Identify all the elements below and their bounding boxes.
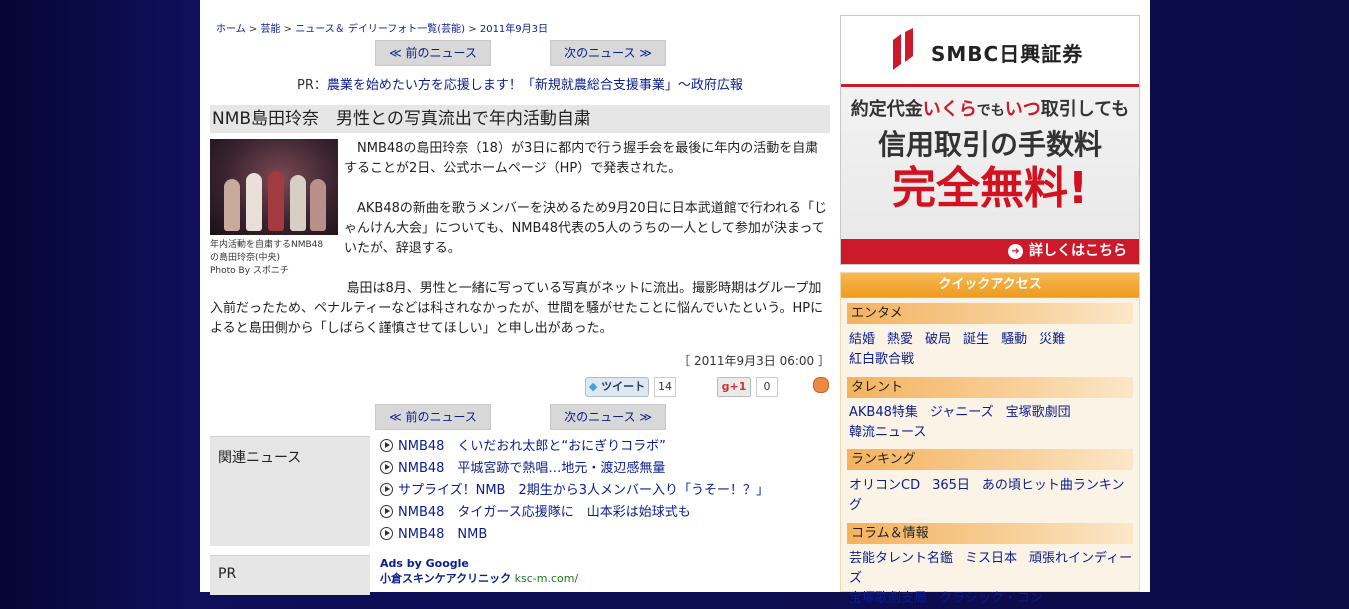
qa-links-ranking: オリコンCD 365日 あの頃ヒット曲ランキング (849, 476, 1133, 516)
next-news-button-bottom[interactable]: 次のニュース ≫ (550, 404, 666, 430)
google-ads: Ads by Google 小倉スキンケアクリニック ksc-m.com/ (380, 556, 830, 586)
qa-link[interactable]: 365日 (932, 478, 970, 493)
share-icon[interactable] (813, 377, 829, 393)
article-nav-bottom: ≪ 前のニュース 次のニュース ≫ (210, 404, 830, 430)
related-news-item[interactable]: NMB48 くいだおれ太郎と“おにぎりコラボ” (380, 436, 830, 458)
gplus-icon: g (721, 380, 730, 393)
breadcrumb-geino[interactable]: 芸能 (260, 24, 280, 35)
arrow-right-icon: ➜ (1008, 244, 1023, 259)
article-photo[interactable] (210, 139, 338, 235)
qa-link[interactable]: 騒動 (1001, 332, 1027, 347)
article-paragraph: 島田は8月、男性と一緒に写っている写真がネットに流出。撮影時期はグループ加入前だ… (210, 281, 824, 336)
photo-figure (310, 179, 326, 231)
qa-link[interactable]: 災難 (1039, 332, 1065, 347)
banner-line2: 信用取引の手数料 (877, 128, 1102, 161)
article-paragraph: AKB48の新曲を歌うメンバーを決めるため9月20日に日本武道館で行われる「じゃ… (344, 201, 828, 256)
play-icon (380, 439, 393, 452)
banner-header: SMBC日興証券 (841, 16, 1139, 87)
ads-by-google[interactable]: Ads by Google (380, 556, 830, 571)
qa-link[interactable]: ジャニーズ (930, 405, 994, 420)
banner-line3: 完全無料! (891, 163, 1089, 214)
banner-body: 約定代金いくらでもいつ取引しても 信用取引の手数料 完全無料! (841, 87, 1139, 240)
qa-link[interactable]: 熱愛 (887, 332, 913, 347)
pr-link[interactable]: 農業を始めたい方を応援します！「新規就農総合支援事業」～政府広報 (327, 78, 743, 93)
related-news-heading: 関連ニュース (210, 436, 370, 546)
article-date: ［ 2011年9月3日 06:00 ］ (678, 354, 830, 368)
qa-category-talent: タレント (847, 377, 1133, 398)
quick-access: クイックアクセス エンタメ 結婚 熱愛 破局 誕生 騒動 災難紅白歌合戦 タレント AKB… (840, 272, 1140, 606)
ad-url[interactable]: ksc-m.com/ (515, 572, 579, 585)
page: ホーム > 芸能 > ニュース＆ デイリーフォト一覧(芸能) > 2011年9月… (200, 0, 1150, 606)
related-news-item[interactable]: NMB48 平城宮跡で熱唱…地元・渡辺感無量 (380, 458, 830, 480)
qa-links-column: 芸能タレント名鑑 ミス日本 頑張れインディーズ 宝塚歌劇支局 クラシック・コン (849, 549, 1133, 609)
qa-links-talent: AKB48特集 ジャニーズ 宝塚歌劇団韓流ニュース (849, 403, 1133, 443)
qa-link[interactable]: 宝塚歌劇支局 (849, 591, 927, 606)
qa-link[interactable]: 紅白歌合戦 (849, 352, 914, 367)
play-icon (380, 483, 393, 496)
article-nav-top: ≪ 前のニュース 次のニュース ≫ (210, 40, 830, 66)
pr-heading: PR (210, 555, 370, 595)
related-news-list: NMB48 くいだおれ太郎と“おにぎりコラボ” NMB48 平城宮跡で熱唱…地元… (380, 436, 830, 546)
prev-news-button-bottom[interactable]: ≪ 前のニュース (375, 404, 491, 430)
social-bar: ◆ ツイート 14 g+1 0 (210, 375, 830, 399)
related-news-item[interactable]: NMB48 NMB (380, 524, 830, 546)
qa-category-ranking: ランキング (847, 449, 1133, 470)
photo-figure (224, 179, 240, 231)
qa-link[interactable]: クラシック・コン (939, 591, 1042, 606)
qa-link[interactable]: AKB48特集 (849, 405, 918, 420)
breadcrumb-home[interactable]: ホーム (216, 24, 246, 35)
gplus-button[interactable]: g+1 (717, 377, 751, 397)
play-icon (380, 527, 393, 540)
tweet-button[interactable]: ◆ ツイート (585, 377, 649, 397)
photo-figure (268, 171, 284, 231)
qa-link[interactable]: 韓流ニュース (849, 425, 926, 440)
qa-link[interactable]: 宝塚歌劇団 (1006, 405, 1071, 420)
ad-name[interactable]: 小倉スキンケアクリニック (380, 572, 511, 585)
related-news-item[interactable]: サプライズ！NMB 2期生から3人メンバー入り「うそー！？」 (380, 480, 830, 502)
next-news-button[interactable]: 次のニュース ≫ (550, 40, 666, 66)
gplus-count: 0 (756, 377, 778, 397)
article-paragraph: NMB48の島田玲奈（18）が3日に都内で行う握手会を最後に年内の活動を自粛する… (344, 141, 819, 176)
pr-line: PR：農業を始めたい方を応援します！「新規就農総合支援事業」～政府広報 (297, 78, 743, 93)
qa-link[interactable]: 芸能タレント名鑑 (849, 551, 953, 566)
tweet-count: 14 (654, 377, 676, 397)
smbc-logo-icon (893, 28, 913, 70)
qa-link[interactable]: 破局 (925, 332, 951, 347)
qa-category-column: コラム＆情報 (847, 523, 1133, 544)
qa-link[interactable]: 誕生 (963, 332, 989, 347)
banner-line1: 約定代金いくらでもいつ取引しても (850, 99, 1130, 120)
play-icon (380, 461, 393, 474)
banner-brand: SMBC日興証券 (931, 42, 1084, 66)
article-body: NMB48の島田玲奈（18）が3日に都内で行う握手会を最後に年内の活動を自粛する… (344, 139, 830, 279)
banner-cta[interactable]: ➜ 詳しくはこちら (841, 239, 1139, 264)
qa-links-entame: 結婚 熱愛 破局 誕生 騒動 災難紅白歌合戦 (849, 330, 1133, 370)
breadcrumb-news-list[interactable]: ニュース＆ デイリーフォト一覧(芸能) (295, 24, 465, 35)
twitter-bird-icon: ◆ (588, 380, 598, 393)
article-body-continued: 島田は8月、男性と一緒に写っている写真がネットに流出。撮影時期はグループ加入前だ… (210, 279, 830, 359)
photo-figure (246, 173, 262, 231)
photo-figure (290, 175, 306, 231)
article-headline: NMB島田玲奈 男性との写真流出で年内活動自粛 (210, 105, 830, 133)
quick-access-title: クイックアクセス (841, 273, 1139, 298)
play-icon (380, 505, 393, 518)
smbc-banner[interactable]: SMBC日興証券 約定代金いくらでもいつ取引しても 信用取引の手数料 完全無料!… (840, 15, 1140, 265)
qa-link[interactable]: 結婚 (849, 332, 875, 347)
qa-link[interactable]: オリコンCD (849, 478, 920, 493)
qa-category-entame: エンタメ (847, 303, 1133, 324)
breadcrumb-current[interactable]: 2011年9月3日 (480, 24, 548, 35)
qa-link[interactable]: ミス日本 (965, 551, 1017, 566)
photo-caption: 年内活動を自粛するNMB48 の島田玲奈(中央) Photo By スポニチ (210, 240, 324, 276)
prev-news-button[interactable]: ≪ 前のニュース (375, 40, 491, 66)
breadcrumb: ホーム > 芸能 > ニュース＆ デイリーフォト一覧(芸能) > 2011年9月… (216, 24, 549, 35)
related-news-item[interactable]: NMB48 タイガース応援隊に 山本彩は始球式も (380, 502, 830, 524)
